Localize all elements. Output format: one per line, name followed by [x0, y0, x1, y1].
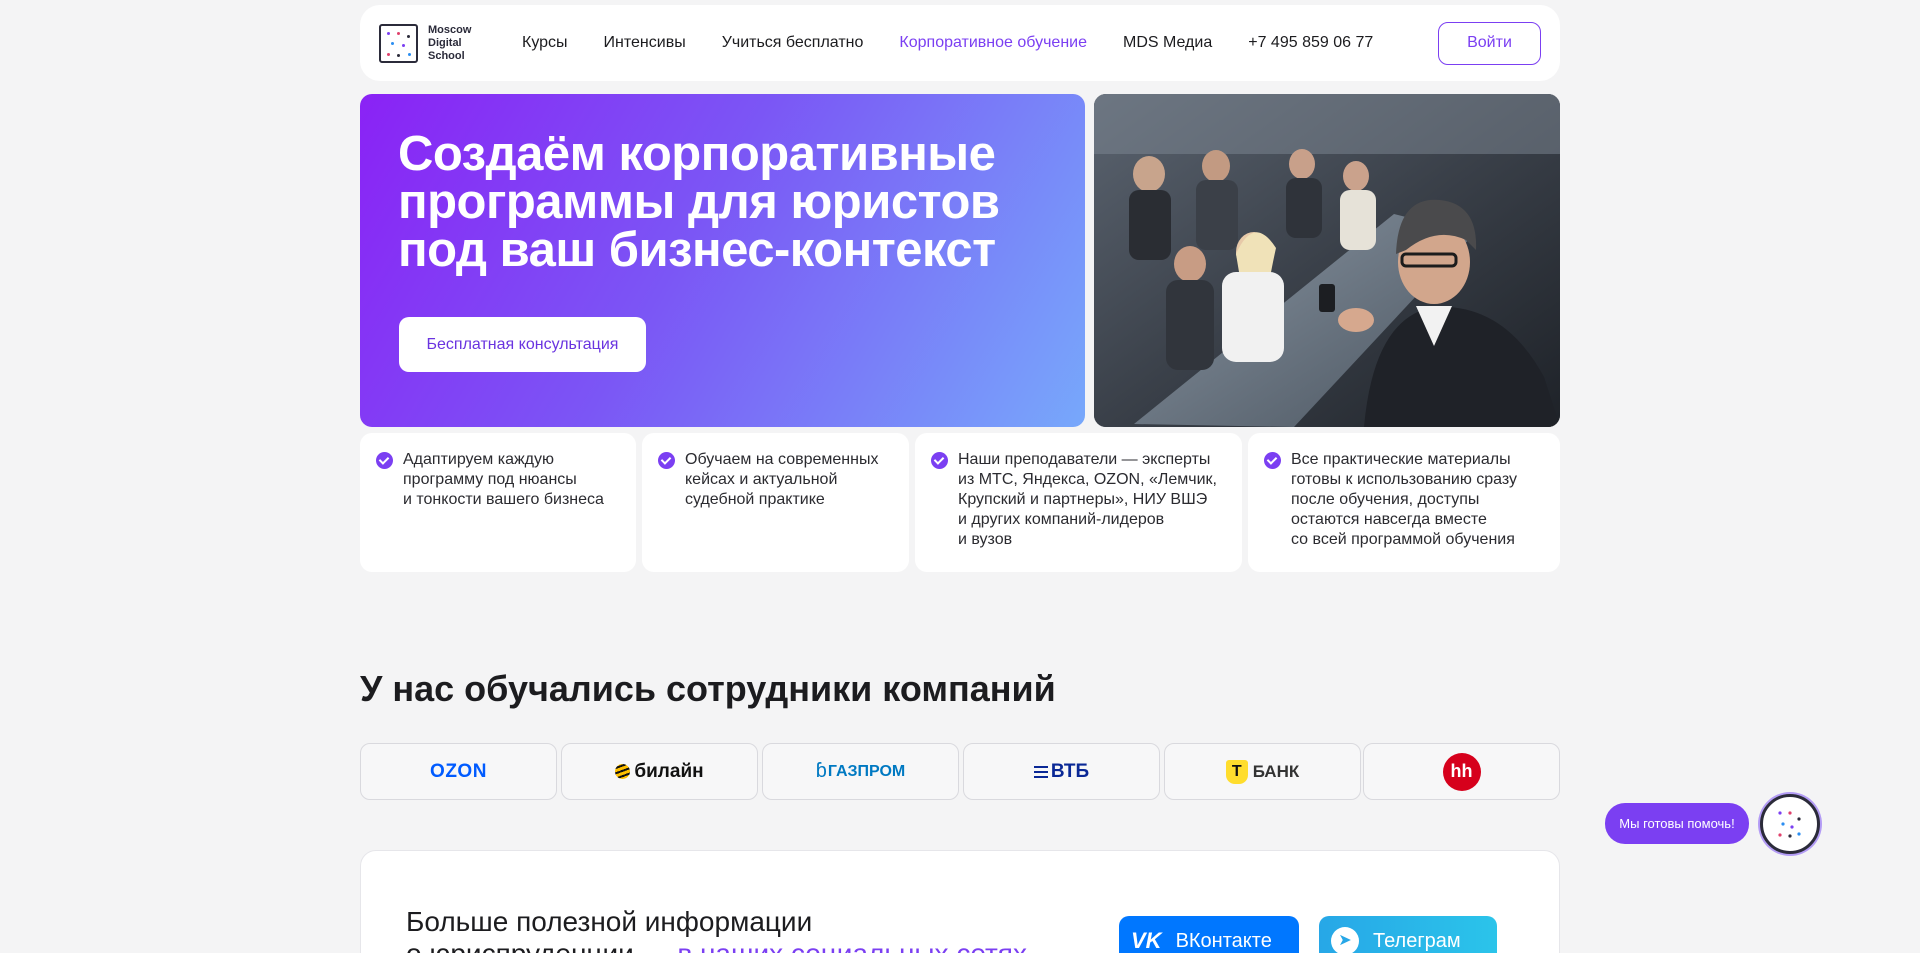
phone-link[interactable]: +7 495 859 06 77: [1248, 34, 1373, 52]
hero-title: Создаём корпоративные программы для юрис…: [398, 127, 1000, 277]
social-promo-card: Больше полезной информации о юриспруденц…: [360, 850, 1560, 953]
nav-item-intensives[interactable]: Интенсивы: [604, 34, 686, 52]
meeting-photo-illustration: [1094, 94, 1560, 427]
hero-photo: [1094, 94, 1560, 427]
logo-text: Moscow Digital School: [428, 23, 472, 62]
nav-item-media[interactable]: MDS Медиа: [1123, 34, 1212, 52]
ozon-logo-text: OZON: [430, 760, 487, 782]
check-icon: [376, 452, 393, 469]
hero-banner: Создаём корпоративные программы для юрис…: [360, 94, 1085, 427]
site-header: Moscow Digital School Курсы Интенсивы Уч…: [360, 5, 1560, 81]
logo-mark-icon: [379, 23, 418, 63]
gazprom-flame-icon: ɓ: [815, 760, 827, 782]
gazprom-logo-text: ГАЗПРОМ: [827, 762, 906, 780]
company-logo-tbank: Т БАНК: [1164, 743, 1361, 800]
social-promo-title: Больше полезной информации о юриспруденц…: [406, 906, 1027, 953]
vk-icon: VK: [1131, 928, 1162, 953]
main-nav: Курсы Интенсивы Учиться бесплатно Корпор…: [522, 34, 1373, 52]
feature-text: Наши преподаватели — эксперты из МТС, Ян…: [958, 451, 1217, 548]
social-promo-title-line1: Больше полезной информации: [406, 906, 813, 937]
feature-card: Адаптируем каждую программу под нюансы и…: [360, 433, 636, 572]
feature-text: Адаптируем каждую программу под нюансы и…: [403, 451, 604, 508]
telegram-button[interactable]: ➤ Телеграм: [1319, 916, 1497, 953]
mds-logo-icon: [1778, 811, 1801, 838]
telegram-label: Телеграм: [1373, 929, 1461, 952]
nav-item-courses[interactable]: Курсы: [522, 34, 568, 52]
vtb-stripes-icon: [1033, 765, 1048, 778]
company-logo-vtb: ВТБ: [963, 743, 1160, 800]
feature-card: Обучаем на современных кейсах и актуальн…: [642, 433, 909, 572]
company-logo-gazprom: ɓ ГАЗПРОМ: [762, 743, 959, 800]
beeline-ball-icon: [615, 764, 631, 779]
company-logo-beeline: билайн: [561, 743, 758, 800]
company-logo-hh: hh: [1363, 743, 1560, 800]
social-promo-title-accent: в наших социальных сетях: [677, 938, 1027, 953]
vk-label: ВКонтакте: [1175, 929, 1272, 952]
features-row: Адаптируем каждую программу под нюансы и…: [360, 433, 1560, 572]
company-logo-ozon: OZON: [360, 743, 557, 800]
telegram-icon: ➤: [1331, 927, 1359, 953]
social-promo-title-line2: о юриспруденции —: [406, 938, 677, 953]
check-icon: [931, 452, 948, 469]
help-chat-button[interactable]: Мы готовы помочь!: [1605, 803, 1749, 844]
help-chat-avatar[interactable]: [1760, 794, 1820, 854]
logo[interactable]: Moscow Digital School: [379, 23, 504, 63]
vk-button[interactable]: VK ВКонтакте: [1119, 916, 1299, 953]
company-logos: OZON билайн ɓ ГАЗПРОМ ВТБ Т БАНК hh: [360, 743, 1560, 800]
nav-item-corporate[interactable]: Корпоративное обучение: [899, 34, 1087, 52]
feature-card: Все практические материалы готовы к испо…: [1248, 433, 1560, 572]
feature-text: Обучаем на современных кейсах и актуальн…: [685, 451, 879, 508]
beeline-logo-text: билайн: [634, 760, 704, 782]
check-icon: [658, 452, 675, 469]
free-consultation-button[interactable]: Бесплатная консультация: [399, 317, 646, 372]
hh-logo-text: hh: [1442, 752, 1481, 791]
feature-card: Наши преподаватели — эксперты из МТС, Ян…: [915, 433, 1242, 572]
companies-title: У нас обучались сотрудники компаний: [360, 668, 1056, 709]
check-icon: [1264, 452, 1281, 469]
tbank-logo-text: БАНК: [1252, 761, 1300, 781]
tbank-shield-icon: Т: [1225, 759, 1248, 784]
vtb-logo-text: ВТБ: [1050, 760, 1090, 782]
nav-item-free-learning[interactable]: Учиться бесплатно: [722, 34, 864, 52]
feature-text: Все практические материалы готовы к испо…: [1291, 451, 1518, 548]
login-button[interactable]: Войти: [1438, 21, 1541, 65]
